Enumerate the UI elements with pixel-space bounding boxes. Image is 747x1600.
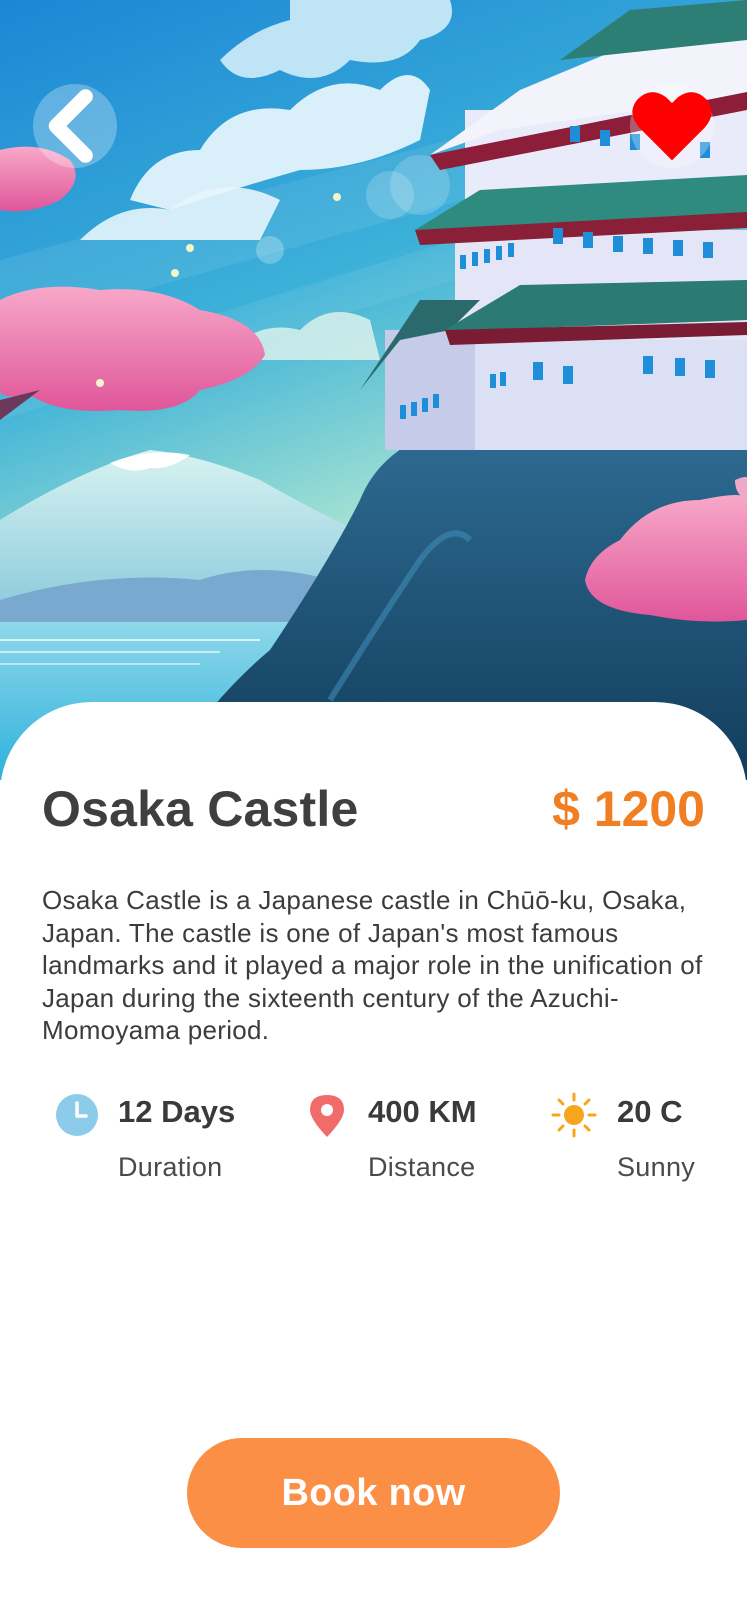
duration-label: Duration: [118, 1152, 223, 1182]
sun-icon: [551, 1092, 597, 1138]
distance-label: Distance: [368, 1152, 476, 1182]
details-sheet: Osaka Castle $ 1200 Osaka Castle is a Ja…: [0, 702, 747, 1600]
chevron-left-icon: [48, 89, 93, 163]
book-now-button[interactable]: Book now: [187, 1438, 560, 1548]
back-button[interactable]: [33, 84, 117, 168]
weather-value: 20 C: [617, 1094, 683, 1129]
distance-value: 400 KM: [368, 1094, 477, 1129]
weather-label: Sunny: [617, 1152, 696, 1182]
hero-illustration: [0, 0, 747, 780]
destination-detail-screen: Osaka Castle $ 1200 Osaka Castle is a Ja…: [0, 0, 747, 1600]
favorite-button[interactable]: [630, 84, 714, 168]
duration-value: 12 Days: [118, 1094, 236, 1129]
destination-description: Osaka Castle is a Japanese castle in Chū…: [42, 885, 703, 1045]
location-pin-icon: [310, 1095, 344, 1137]
heart-icon: [632, 92, 712, 161]
destination-price: $ 1200: [552, 781, 705, 837]
clock-icon: [56, 1094, 98, 1136]
destination-title: Osaka Castle: [42, 781, 359, 837]
